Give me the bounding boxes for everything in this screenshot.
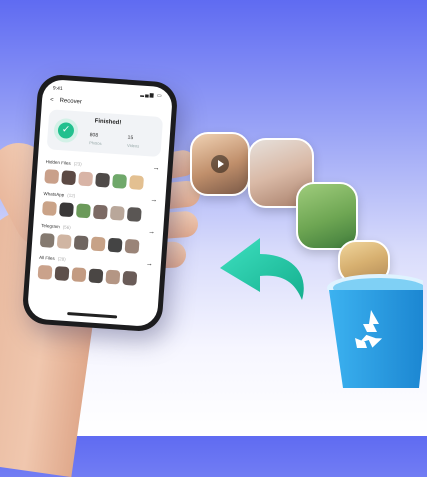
- videos-count: 15: [127, 134, 134, 142]
- thumb-row: [39, 232, 140, 254]
- nav-bar: < Recover: [50, 97, 82, 105]
- photos-label: Photos: [89, 140, 102, 146]
- right-arrow-icon[interactable]: →: [146, 260, 153, 267]
- thumb-row: [37, 264, 138, 286]
- right-arrow-icon[interactable]: →: [148, 228, 155, 235]
- right-arrow-icon[interactable]: →: [152, 165, 159, 172]
- home-indicator: [67, 311, 118, 319]
- summary-card: ✓ Finished! 808 Photos 15 Videos: [46, 109, 164, 158]
- thumb-row: [42, 201, 142, 222]
- finished-status: Finished!: [94, 118, 122, 127]
- back-arrow-icon[interactable]: <: [50, 97, 54, 103]
- section-title-all: All Files (28): [38, 254, 66, 262]
- floating-photo-1: [190, 132, 250, 196]
- play-icon: [211, 155, 229, 173]
- section-title-whatsapp: WhatsApp (12): [43, 191, 76, 199]
- phone-screen: 9:41 ▂▄▆ ▭ < Recover ✓ Finished! 808 Pho…: [26, 78, 174, 328]
- photos-count: 808: [89, 132, 99, 139]
- page-title: Recover: [59, 97, 83, 106]
- status-time: 9:41: [52, 85, 63, 93]
- section-title-hidden: Hidden Files (23): [45, 159, 82, 167]
- recycle-bin: [327, 274, 423, 388]
- phone-mockup: 9:41 ▂▄▆ ▭ < Recover ✓ Finished! 808 Pho…: [21, 73, 179, 333]
- promo-scene: 9:41 ▂▄▆ ▭ < Recover ✓ Finished! 808 Pho…: [0, 0, 427, 477]
- thumb-row: [44, 169, 144, 190]
- status-icons: ▂▄▆ ▭: [140, 91, 163, 100]
- right-arrow-icon[interactable]: →: [150, 197, 157, 204]
- undo-arrow-icon: [220, 238, 304, 300]
- videos-label: Videos: [126, 142, 140, 149]
- section-title-telegram: Telegram (56): [41, 222, 71, 231]
- check-icon: ✓: [53, 117, 79, 144]
